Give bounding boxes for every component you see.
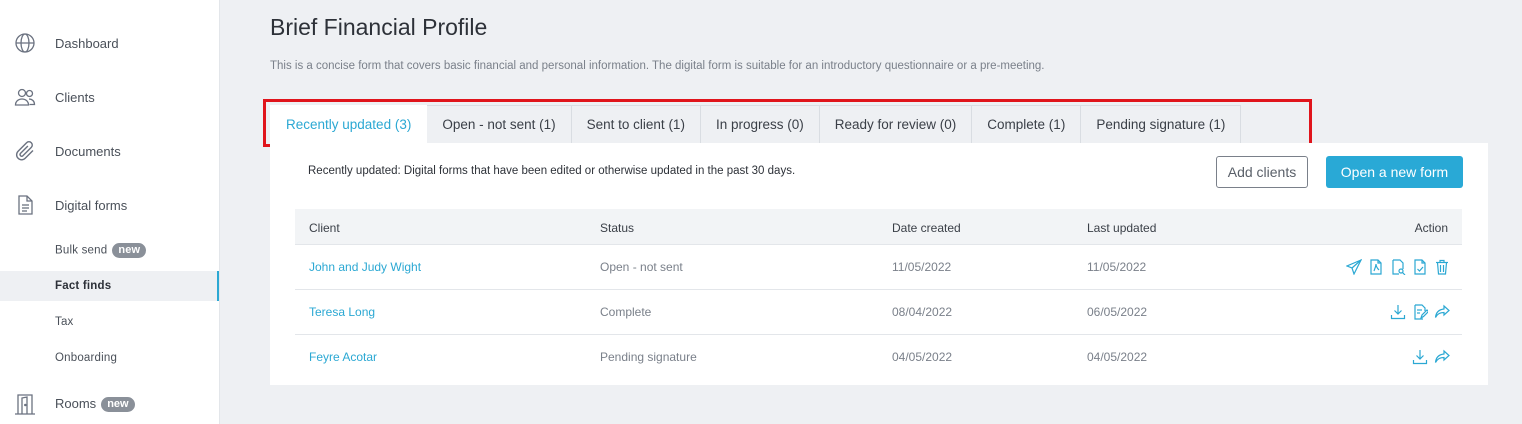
users-icon	[13, 85, 37, 109]
sidebar-item-label: Documents	[55, 143, 121, 159]
trash-icon[interactable]	[1434, 259, 1450, 275]
table-header: Client Status Date created Last updated …	[295, 209, 1462, 245]
column-header-action: Action	[1414, 221, 1448, 235]
column-header-last-updated[interactable]: Last updated	[1087, 221, 1156, 235]
open-new-form-button[interactable]: Open a new form	[1326, 156, 1463, 188]
client-link[interactable]: Feyre Acotar	[309, 350, 377, 364]
sidebar-item-label: Rooms	[55, 395, 97, 411]
sidebar: Dashboard Clients Documents Digital form…	[0, 0, 220, 424]
sidebar-item-documents[interactable]: Documents	[0, 131, 219, 171]
page-description: This is a concise form that covers basic…	[270, 60, 1045, 72]
sidebar-item-rooms[interactable]: Rooms new	[0, 384, 219, 424]
table-row: John and Judy Wight Open - not sent 11/0…	[295, 245, 1462, 290]
tab-complete[interactable]: Complete (1)	[972, 105, 1082, 143]
download-icon[interactable]	[1390, 304, 1406, 320]
page-title: Brief Financial Profile	[270, 14, 488, 40]
status-cell: Pending signature	[600, 350, 697, 364]
sidebar-subitem-label: Onboarding	[55, 352, 118, 364]
tab-sent-to-client[interactable]: Sent to client (1)	[571, 105, 701, 143]
row-actions	[1412, 349, 1450, 365]
date-created-cell: 11/05/2022	[892, 260, 952, 274]
row-actions	[1390, 304, 1450, 320]
table-row: Feyre Acotar Pending signature 04/05/202…	[295, 335, 1462, 380]
tab-panel: Recently updated: Digital forms that hav…	[270, 143, 1488, 385]
sidebar-subitem-bulk-send[interactable]: Bulk send new	[0, 235, 219, 265]
sidebar-subitem-label: Bulk send	[55, 244, 108, 257]
tab-pending-signature[interactable]: Pending signature (1)	[1081, 105, 1242, 143]
add-clients-button[interactable]: Add clients	[1216, 156, 1308, 188]
sidebar-subitem-onboarding[interactable]: Onboarding	[0, 343, 219, 373]
preview-icon[interactable]	[1390, 259, 1406, 276]
table-row: Teresa Long Complete 08/04/2022 06/05/20…	[295, 290, 1462, 335]
sidebar-item-label: Clients	[55, 89, 95, 105]
date-created-cell: 04/05/2022	[892, 350, 953, 364]
new-badge: new	[112, 242, 147, 258]
pdf-icon[interactable]	[1368, 259, 1384, 275]
new-badge: new	[101, 397, 135, 413]
checklist-icon[interactable]	[1412, 259, 1428, 275]
globe-icon	[13, 31, 37, 55]
paperclip-icon	[13, 139, 37, 163]
sidebar-subitem-label: Tax	[55, 316, 74, 328]
status-tabs: Recently updated (3) Open - not sent (1)…	[270, 105, 1242, 143]
sign-icon[interactable]	[1412, 304, 1430, 320]
forms-table: Client Status Date created Last updated …	[295, 209, 1462, 380]
client-link[interactable]: John and Judy Wight	[309, 260, 421, 274]
share-icon[interactable]	[1434, 304, 1450, 320]
sidebar-item-label: Dashboard	[55, 35, 119, 51]
status-cell: Complete	[600, 305, 652, 319]
sidebar-subitem-tax[interactable]: Tax	[0, 307, 219, 337]
download-icon[interactable]	[1412, 349, 1428, 365]
column-header-date-created[interactable]: Date created	[892, 221, 961, 235]
sidebar-subitem-fact-finds[interactable]: Fact finds	[0, 271, 219, 301]
last-updated-cell: 06/05/2022	[1087, 305, 1148, 319]
date-created-cell: 08/04/2022	[892, 305, 953, 319]
sidebar-item-clients[interactable]: Clients	[0, 77, 219, 117]
door-icon	[13, 392, 37, 416]
tab-open-not-sent[interactable]: Open - not sent (1)	[427, 105, 572, 143]
share-icon[interactable]	[1434, 349, 1450, 365]
tab-recently-updated[interactable]: Recently updated (3)	[270, 105, 428, 143]
client-link[interactable]: Teresa Long	[309, 305, 375, 319]
tab-ready-for-review[interactable]: Ready for review (0)	[819, 105, 973, 143]
row-actions	[1345, 258, 1450, 276]
sidebar-item-label: Digital forms	[55, 197, 128, 213]
last-updated-cell: 04/05/2022	[1087, 350, 1148, 364]
column-header-client[interactable]: Client	[309, 221, 340, 235]
status-cell: Open - not sent	[600, 260, 683, 274]
send-icon[interactable]	[1345, 258, 1363, 276]
tab-description: Recently updated: Digital forms that hav…	[308, 165, 796, 177]
sidebar-subitem-label: Fact finds	[55, 280, 112, 292]
sidebar-item-dashboard[interactable]: Dashboard	[0, 23, 219, 63]
last-updated-cell: 11/05/2022	[1087, 260, 1147, 274]
column-header-status[interactable]: Status	[600, 221, 634, 235]
tab-in-progress[interactable]: In progress (0)	[700, 105, 820, 143]
document-icon	[13, 193, 37, 217]
sidebar-item-digital-forms[interactable]: Digital forms	[0, 185, 219, 225]
